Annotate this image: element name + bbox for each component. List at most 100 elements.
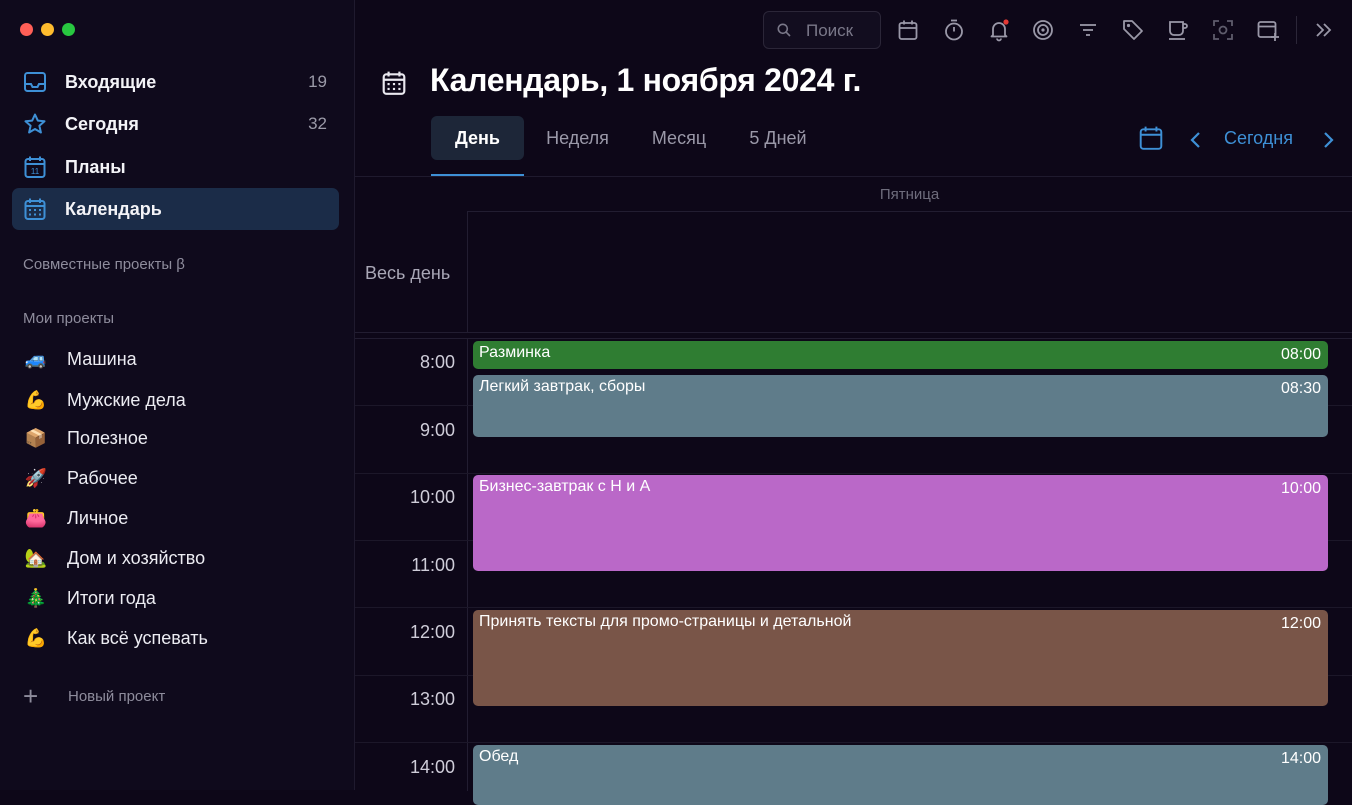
- event-title: Бизнес-завтрак с Н и А: [479, 478, 651, 495]
- sidebar-item-count: 32: [308, 114, 327, 133]
- bell-icon[interactable]: [987, 18, 1011, 42]
- timer-icon[interactable]: [942, 18, 966, 42]
- flexed-biceps-icon: 💪: [24, 389, 48, 410]
- hour-label: 11:00: [411, 555, 455, 575]
- car-icon: 🚙: [24, 348, 48, 369]
- tab-month[interactable]: Месяц: [640, 116, 718, 160]
- chevron-left-icon[interactable]: [1188, 131, 1204, 149]
- purse-icon: 👛: [24, 507, 48, 528]
- calendar-date-icon: 11: [24, 156, 46, 178]
- new-window-icon[interactable]: [1256, 18, 1280, 42]
- project-label: Полезное: [67, 427, 148, 448]
- project-label: Дом и хозяйство: [67, 547, 206, 568]
- close-window-button[interactable]: [20, 23, 33, 36]
- sidebar-item-count: 19: [308, 72, 327, 91]
- event-accept-texts[interactable]: Принять тексты для промо-страницы и дета…: [473, 610, 1328, 706]
- event-time: 08:30: [1280, 380, 1321, 397]
- minimize-window-button[interactable]: [41, 23, 54, 36]
- sidebar-item-label: Планы: [65, 156, 126, 177]
- screenshot-icon[interactable]: [1211, 18, 1235, 42]
- filter-icon[interactable]: [1076, 18, 1100, 42]
- project-item-work[interactable]: 🚀 Рабочее: [12, 460, 339, 496]
- event-breakfast[interactable]: Легкий завтрак, сборы 08:30: [473, 375, 1328, 437]
- calendar-icon: [382, 71, 406, 95]
- sidebar-item-inbox[interactable]: Входящие 19: [12, 61, 339, 103]
- event-warmup[interactable]: Разминка 08:00: [473, 341, 1328, 369]
- toolbar-divider: [1296, 16, 1297, 44]
- tabs-divider: [355, 176, 1352, 177]
- star-icon: [24, 113, 46, 134]
- all-day-label: Весь день: [365, 263, 451, 283]
- project-label: Рабочее: [67, 467, 138, 488]
- hour-label: 13:00: [409, 689, 455, 709]
- project-label: Мужские дела: [67, 389, 186, 410]
- sidebar-item-label: Входящие: [65, 71, 157, 92]
- event-title: Разминка: [479, 344, 551, 361]
- svg-text:11: 11: [31, 167, 40, 176]
- project-item-year-results[interactable]: 🎄 Итоги года: [12, 580, 339, 616]
- house-with-garden-icon: 🏡: [24, 547, 48, 568]
- event-time: 08:00: [1280, 346, 1321, 363]
- calendar-icon: [24, 198, 46, 220]
- project-item-personal[interactable]: 👛 Личное: [12, 500, 339, 536]
- all-day-area[interactable]: [467, 211, 1352, 333]
- my-projects-title: Мои проекты: [23, 310, 115, 327]
- sidebar-item-plans[interactable]: 11 Планы: [12, 146, 339, 188]
- sidebar-item-calendar[interactable]: Календарь: [12, 188, 339, 230]
- toolbar: Поиск: [355, 10, 1352, 50]
- hour-label: 8:00: [419, 352, 455, 372]
- inbox-icon: [24, 72, 46, 92]
- coffee-cup-icon[interactable]: [1166, 18, 1190, 42]
- project-label: Машина: [67, 348, 137, 369]
- event-time: 14:00: [1280, 750, 1321, 767]
- christmas-tree-icon: 🎄: [24, 587, 48, 608]
- sidebar-item-label: Сегодня: [65, 113, 139, 134]
- today-button[interactable]: Сегодня: [1224, 128, 1293, 149]
- rocket-icon: 🚀: [24, 467, 48, 488]
- tab-week[interactable]: Неделя: [537, 116, 618, 160]
- shared-projects-title[interactable]: Совместные проекты β: [23, 256, 185, 273]
- tab-5-days[interactable]: 5 Дней: [738, 116, 818, 160]
- hour-label: 14:00: [409, 757, 455, 777]
- search-placeholder: Поиск: [806, 21, 854, 40]
- sidebar-item-label: Календарь: [65, 198, 162, 219]
- event-time: 10:00: [1280, 480, 1321, 497]
- maximize-window-button[interactable]: [62, 23, 75, 36]
- tab-day[interactable]: День: [431, 116, 524, 160]
- date-picker-icon[interactable]: [1138, 125, 1164, 151]
- event-title: Обед: [479, 748, 519, 765]
- event-title: Легкий завтрак, сборы: [479, 378, 646, 395]
- double-chevron-right-icon[interactable]: [1312, 18, 1336, 42]
- project-item-keep-up[interactable]: 💪 Как всё успевать: [12, 620, 339, 656]
- search-input[interactable]: Поиск: [763, 11, 881, 49]
- new-project-button[interactable]: + Новый проект: [12, 682, 339, 712]
- flexed-biceps-icon: 💪: [24, 627, 48, 648]
- hour-line: [355, 742, 1352, 743]
- project-label: Как всё успевать: [67, 627, 208, 648]
- project-item-home[interactable]: 🏡 Дом и хозяйство: [12, 540, 339, 576]
- all-day-divider: [355, 332, 1352, 333]
- window-controls: [20, 23, 75, 36]
- hour-line: [355, 607, 1352, 608]
- package-icon: 📦: [24, 427, 48, 448]
- sidebar-item-today[interactable]: Сегодня 32: [12, 103, 339, 145]
- sidebar: Входящие 19 Сегодня 32 11 Планы Календар…: [0, 0, 355, 790]
- time-grid[interactable]: 8:00 9:00 10:00 11:00 12:00 13:00 14:00 …: [355, 338, 1352, 805]
- focus-target-icon[interactable]: [1031, 18, 1055, 42]
- hour-label: 12:00: [409, 622, 455, 642]
- project-item-useful[interactable]: 📦 Полезное: [12, 420, 339, 456]
- tag-icon[interactable]: [1121, 18, 1145, 42]
- weekday-header: Пятница: [879, 186, 940, 203]
- project-item-mens-affairs[interactable]: 💪 Мужские дела: [12, 382, 339, 418]
- event-business-breakfast[interactable]: Бизнес-завтрак с Н и А 10:00: [473, 475, 1328, 571]
- project-label: Личное: [67, 507, 129, 528]
- calendar-icon[interactable]: [896, 18, 920, 42]
- hour-label: 9:00: [419, 420, 455, 440]
- hour-line: [355, 473, 1352, 474]
- page-title: Календарь, 1 ноября 2024 г.: [430, 62, 862, 98]
- project-label: Итоги года: [67, 587, 156, 608]
- plus-icon: +: [23, 681, 39, 711]
- chevron-right-icon[interactable]: [1320, 131, 1336, 149]
- event-lunch[interactable]: Обед 14:00: [473, 745, 1328, 805]
- project-item-car[interactable]: 🚙 Машина: [12, 341, 339, 377]
